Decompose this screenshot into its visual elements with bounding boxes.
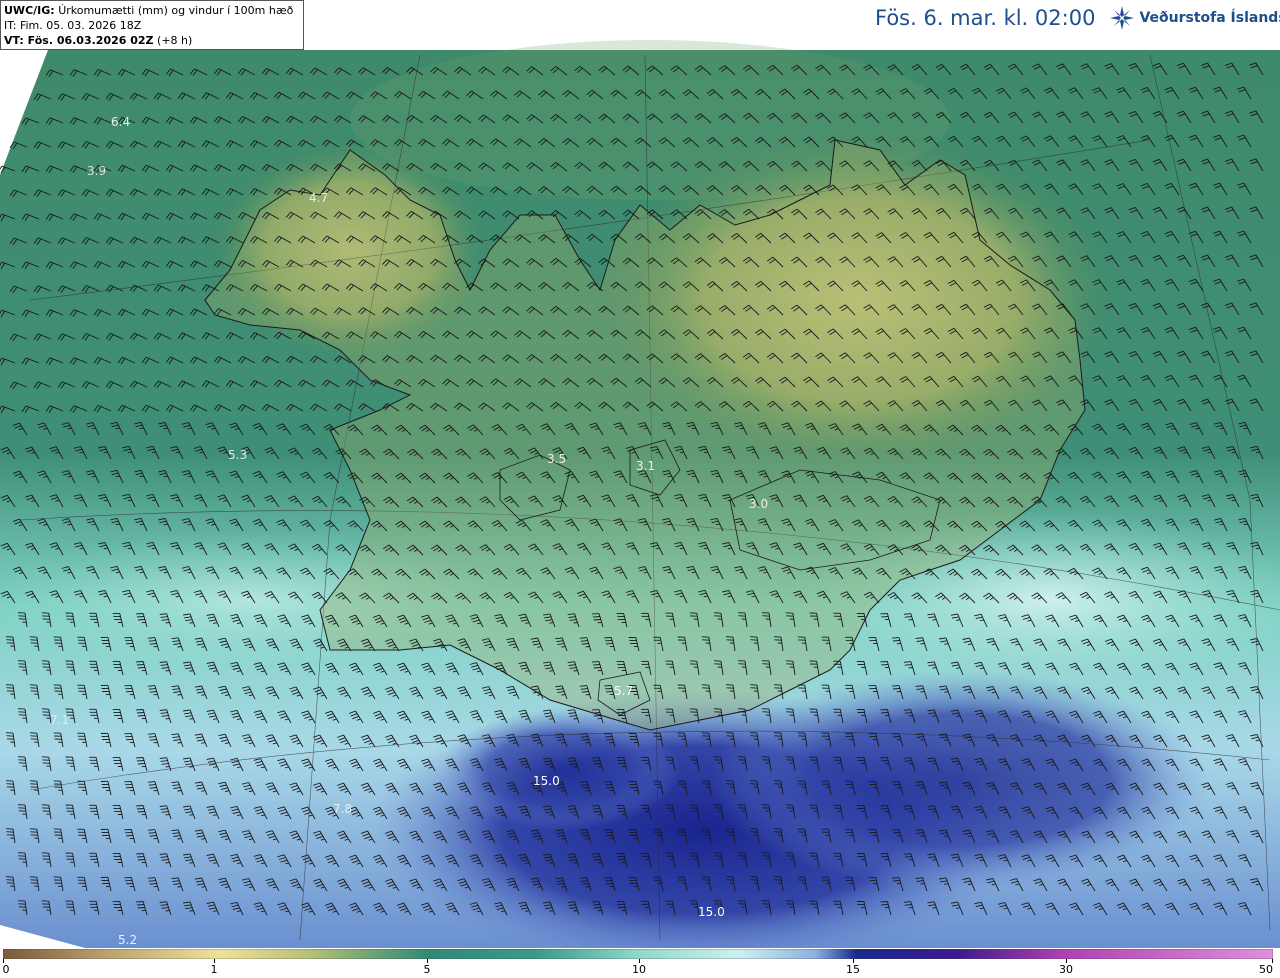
colorbar-tick-label: 10 [632, 963, 646, 976]
value-label: 7.1 [50, 713, 69, 727]
forecast-datetime: Fös. 6. mar. kl. 02:00 [875, 6, 1096, 30]
value-label: 3.5 [547, 452, 566, 466]
colorbar-tick-label: 15 [846, 963, 860, 976]
map-title-box: Fös. 6. mar. kl. 02:00 Veðurstofa Ísland… [869, 0, 1280, 36]
value-label: 5.2 [118, 933, 137, 947]
map-canvas: 6.4 3.9 4.7 5.3 3.5 3.1 3.0 5.7 7.1 15.0… [0, 0, 1280, 948]
product-code: UWC/IG: [4, 4, 55, 17]
colorbar-tick-label: 5 [423, 963, 431, 976]
product-description: Úrkomumætti (mm) og vindur í 100m hæð [58, 4, 294, 17]
vedurstofa-snowflake-logo-icon [1110, 6, 1135, 30]
value-label: 5.3 [228, 448, 247, 462]
colorbar-tick-label: 30 [1059, 963, 1073, 976]
product-info-box: UWC/IG: Úrkomumætti (mm) og vindur í 100… [0, 0, 304, 50]
value-label: 6.4 [111, 115, 130, 129]
value-label: 5.7 [614, 684, 633, 698]
valid-time: VT: Fös. 06.03.2026 02Z [4, 34, 154, 47]
colorbar-strip [3, 949, 1273, 959]
agency-logo: Veðurstofa Íslands [1109, 5, 1280, 31]
value-label: 3.9 [87, 164, 106, 178]
value-label: 3.1 [636, 459, 655, 473]
colorbar: 0 1 5 10 15 30 50 [0, 948, 1280, 978]
value-label: 7.8 [333, 802, 352, 816]
value-label: 15.0 [698, 905, 725, 919]
agency-name: Veðurstofa Íslands [1139, 10, 1280, 26]
forecast-map-view: 6.4 3.9 4.7 5.3 3.5 3.1 3.0 5.7 7.1 15.0… [0, 0, 1280, 978]
value-label: 15.0 [533, 774, 560, 788]
colorbar-tick-label: 0 [2, 963, 10, 976]
colorbar-tick-label: 1 [210, 963, 218, 976]
value-label: 4.7 [309, 191, 328, 205]
issue-time: IT: Fim. 05. 03. 2026 18Z [4, 19, 142, 32]
valid-offset: (+8 h) [157, 34, 193, 47]
value-label: 3.0 [749, 497, 768, 511]
colorbar-tick-label: 50 [1259, 963, 1273, 976]
